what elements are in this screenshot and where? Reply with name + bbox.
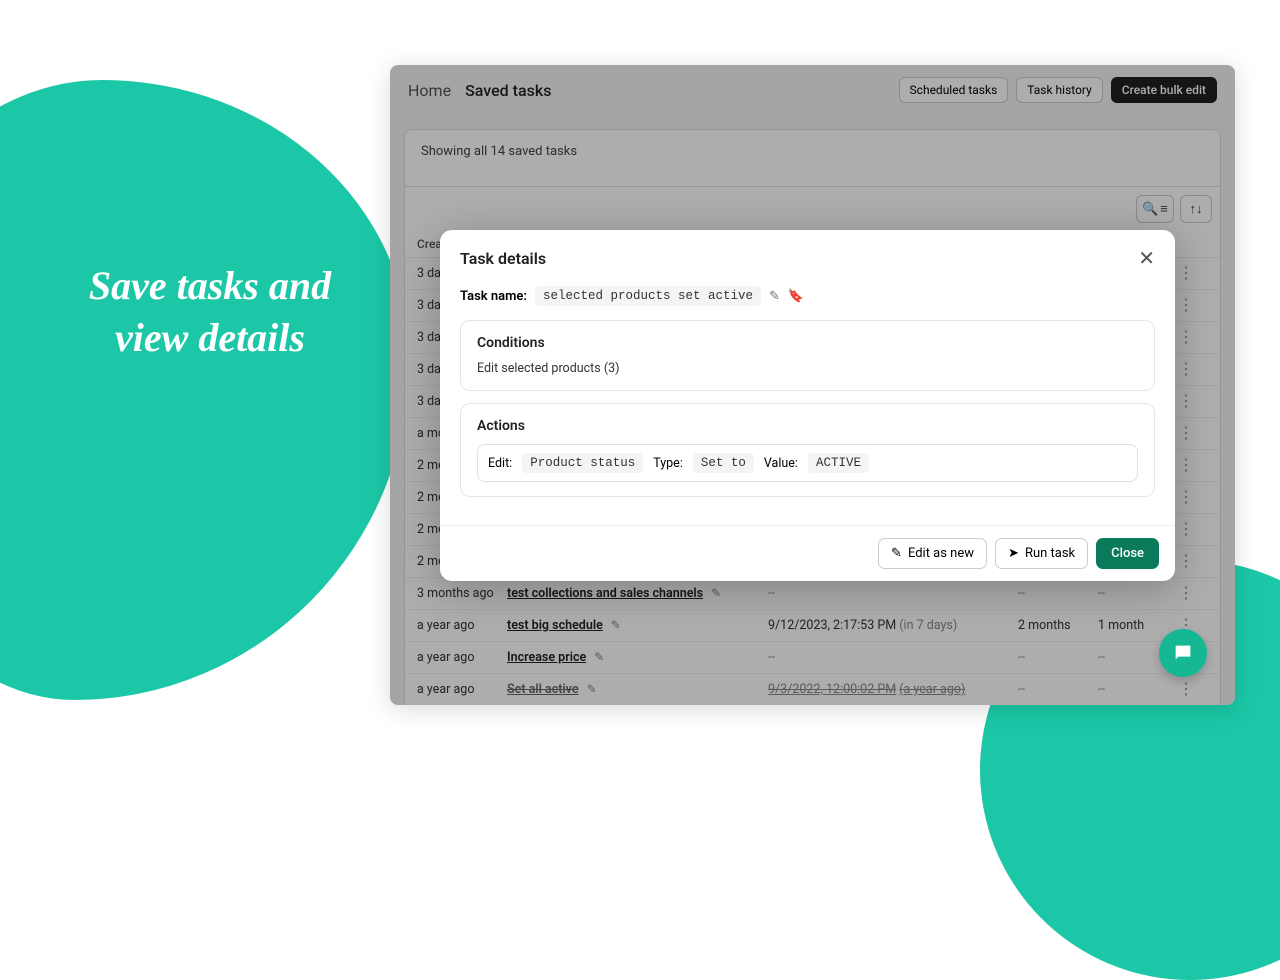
action-row: Edit: Product status Type: Set to Value:… xyxy=(477,444,1138,482)
app-window: Home Saved tasks Scheduled tasks Task hi… xyxy=(390,65,1235,705)
table-row[interactable]: a year agoSet all active✎9/3/2022, 12:00… xyxy=(405,674,1220,705)
action-type-label: Type: xyxy=(653,456,683,471)
row-menu-icon[interactable]: ⋮ xyxy=(1178,327,1194,346)
sort-icon: ↑↓ xyxy=(1190,201,1203,217)
pencil-icon[interactable]: ✎ xyxy=(711,586,721,600)
task-link[interactable]: Set all active xyxy=(507,682,579,697)
edit-name-icon[interactable]: ✎ xyxy=(769,289,780,304)
run-task-button[interactable]: ➤Run task xyxy=(995,538,1088,569)
promo-headline: Save tasks and view details xyxy=(60,260,360,364)
actions-card: Actions Edit: Product status Type: Set t… xyxy=(460,403,1155,497)
task-details-modal: Task details ✕ Task name: selected produ… xyxy=(440,230,1175,581)
search-icon: 🔍 xyxy=(1142,202,1158,217)
action-value-label: Value: xyxy=(764,456,798,471)
create-bulk-edit-button[interactable]: Create bulk edit xyxy=(1111,77,1217,103)
row-menu-icon[interactable]: ⋮ xyxy=(1178,391,1194,410)
action-edit-value: Product status xyxy=(522,453,643,473)
row-menu-icon[interactable]: ⋮ xyxy=(1178,519,1194,538)
chat-fab[interactable] xyxy=(1159,629,1207,677)
row-menu-icon[interactable]: ⋮ xyxy=(1178,487,1194,506)
chat-icon xyxy=(1172,642,1194,664)
row-menu-icon[interactable]: ⋮ xyxy=(1178,359,1194,378)
task-name-value: selected products set active xyxy=(535,286,761,306)
action-value-value: ACTIVE xyxy=(808,453,869,473)
pencil-icon: ✎ xyxy=(891,546,902,561)
row-menu-icon[interactable]: ⋮ xyxy=(1178,551,1194,570)
close-icon[interactable]: ✕ xyxy=(1138,246,1155,270)
task-link[interactable]: test collections and sales channels xyxy=(507,586,703,601)
conditions-card: Conditions Edit selected products (3) xyxy=(460,320,1155,391)
pencil-icon[interactable]: ✎ xyxy=(611,618,621,632)
task-link[interactable]: Increase price xyxy=(507,650,586,665)
row-menu-icon[interactable]: ⋮ xyxy=(1178,295,1194,314)
task-name-label: Task name: xyxy=(460,289,527,304)
row-menu-icon[interactable]: ⋮ xyxy=(1178,455,1194,474)
row-menu-icon[interactable]: ⋮ xyxy=(1178,679,1194,698)
row-menu-icon[interactable]: ⋮ xyxy=(1178,583,1194,602)
run-icon: ➤ xyxy=(1008,546,1019,561)
conditions-text: Edit selected products (3) xyxy=(477,361,1138,376)
breadcrumb-current: Saved tasks xyxy=(465,81,551,100)
table-toolbar: 🔍≡ ↑↓ xyxy=(404,187,1221,231)
actions-title: Actions xyxy=(477,418,1138,434)
action-type-value: Set to xyxy=(693,453,754,473)
pencil-icon[interactable]: ✎ xyxy=(594,650,604,664)
bookmark-icon[interactable]: 🔖 xyxy=(788,289,804,304)
task-history-button[interactable]: Task history xyxy=(1016,77,1103,103)
info-bar: Showing all 14 saved tasks xyxy=(404,129,1221,187)
search-filter-button[interactable]: 🔍≡ xyxy=(1136,195,1174,223)
table-row[interactable]: a year agoIncrease price✎------⋮ xyxy=(405,642,1220,674)
close-button[interactable]: Close xyxy=(1096,538,1159,569)
conditions-title: Conditions xyxy=(477,335,1138,351)
row-menu-icon[interactable]: ⋮ xyxy=(1178,263,1194,282)
breadcrumb: Home Saved tasks xyxy=(408,81,551,100)
table-row[interactable]: a year agotest big schedule✎9/12/2023, 2… xyxy=(405,610,1220,642)
sort-button[interactable]: ↑↓ xyxy=(1180,195,1212,223)
task-link[interactable]: test big schedule xyxy=(507,618,603,633)
pencil-icon[interactable]: ✎ xyxy=(587,682,597,696)
breadcrumb-home[interactable]: Home xyxy=(408,81,451,100)
table-row[interactable]: 3 months agotest collections and sales c… xyxy=(405,578,1220,610)
filter-icon: ≡ xyxy=(1160,201,1168,217)
modal-title: Task details xyxy=(460,249,546,268)
edit-as-new-button[interactable]: ✎Edit as new xyxy=(878,538,987,569)
task-name-row: Task name: selected products set active … xyxy=(460,286,1155,306)
app-header: Home Saved tasks Scheduled tasks Task hi… xyxy=(390,65,1235,115)
row-menu-icon[interactable]: ⋮ xyxy=(1178,423,1194,442)
scheduled-tasks-button[interactable]: Scheduled tasks xyxy=(899,77,1009,103)
action-edit-label: Edit: xyxy=(488,456,512,471)
